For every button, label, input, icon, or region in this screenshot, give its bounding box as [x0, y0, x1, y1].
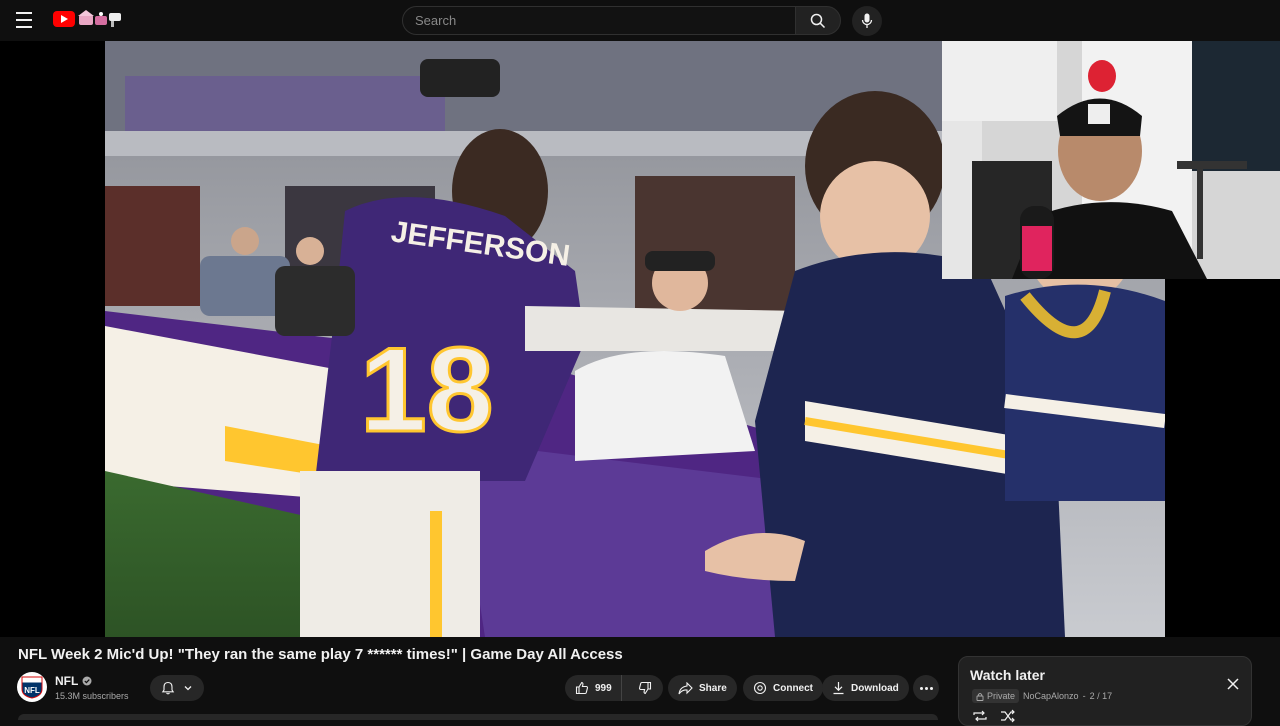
like-count: 999	[595, 682, 612, 694]
more-dot-icon	[924, 686, 928, 690]
search-box[interactable]	[402, 6, 796, 35]
channel-name-row[interactable]: NFL	[55, 674, 129, 688]
channel-name[interactable]: NFL	[55, 674, 78, 688]
download-icon	[833, 682, 844, 695]
notification-bell-button[interactable]	[150, 675, 204, 701]
share-label: Share	[699, 682, 727, 694]
loop-icon[interactable]	[972, 709, 988, 723]
more-dot-icon	[919, 686, 923, 690]
playlist-title[interactable]: Watch later	[970, 667, 1045, 683]
bell-icon	[161, 681, 175, 695]
privacy-label: Private	[987, 691, 1016, 701]
search-button[interactable]	[795, 6, 841, 35]
thumbs-down-icon	[639, 681, 652, 695]
search-input[interactable]	[415, 13, 783, 28]
more-dot-icon	[929, 686, 933, 690]
verified-check-icon	[82, 676, 92, 685]
video-title: NFL Week 2 Mic'd Up! "They ran the same …	[18, 646, 623, 663]
playlist-owner[interactable]: NoCapAlonzo	[1023, 691, 1079, 701]
webcam-overlay	[942, 41, 1280, 279]
connect-label: Connect	[773, 682, 813, 694]
dislike-button[interactable]	[628, 675, 663, 701]
connect-button[interactable]: Connect	[743, 675, 823, 701]
more-actions-button[interactable]	[913, 675, 939, 701]
close-icon[interactable]	[1225, 676, 1241, 692]
playlist-position: 2 / 17	[1089, 691, 1113, 701]
svg-text:NFL: NFL	[24, 686, 40, 695]
playlist-controls	[972, 709, 1016, 723]
playlist-panel: Watch later Private NoCapAlonzo - 2 / 17	[958, 656, 1252, 726]
download-label: Download	[851, 682, 899, 694]
search-icon	[810, 13, 826, 28]
share-button[interactable]: Share	[668, 675, 737, 701]
doodle-icon	[78, 10, 121, 27]
description-box[interactable]	[18, 714, 938, 720]
shuffle-icon[interactable]	[1000, 709, 1016, 723]
lock-icon	[976, 692, 984, 701]
like-button[interactable]: 999	[565, 675, 622, 701]
jersey-number: 18	[360, 323, 493, 457]
playlist-meta: Private NoCapAlonzo - 2 / 17	[972, 689, 1112, 703]
youtube-logo[interactable]	[53, 10, 125, 28]
microphone-icon	[861, 13, 873, 28]
channel-info[interactable]: NFL NFL 15.3M subscribers	[17, 672, 129, 702]
voice-search-button[interactable]	[852, 6, 882, 36]
share-icon	[678, 681, 693, 694]
hamburger-menu-icon[interactable]	[16, 10, 36, 30]
like-dislike-group: 999	[565, 675, 663, 701]
video-player[interactable]: JEFFERSON 18	[0, 41, 1280, 637]
thumbs-up-icon	[575, 681, 589, 695]
channel-avatar[interactable]: NFL	[17, 672, 47, 702]
connect-icon	[753, 681, 767, 695]
subscriber-count: 15.3M subscribers	[55, 690, 129, 701]
download-button[interactable]: Download	[822, 675, 909, 701]
privacy-badge: Private	[972, 689, 1020, 703]
meta-separator: -	[1082, 691, 1086, 701]
chevron-down-icon	[184, 686, 192, 691]
youtube-logo-icon	[53, 11, 75, 27]
masthead	[0, 0, 1280, 40]
nfl-shield-icon: NFL	[21, 676, 43, 699]
